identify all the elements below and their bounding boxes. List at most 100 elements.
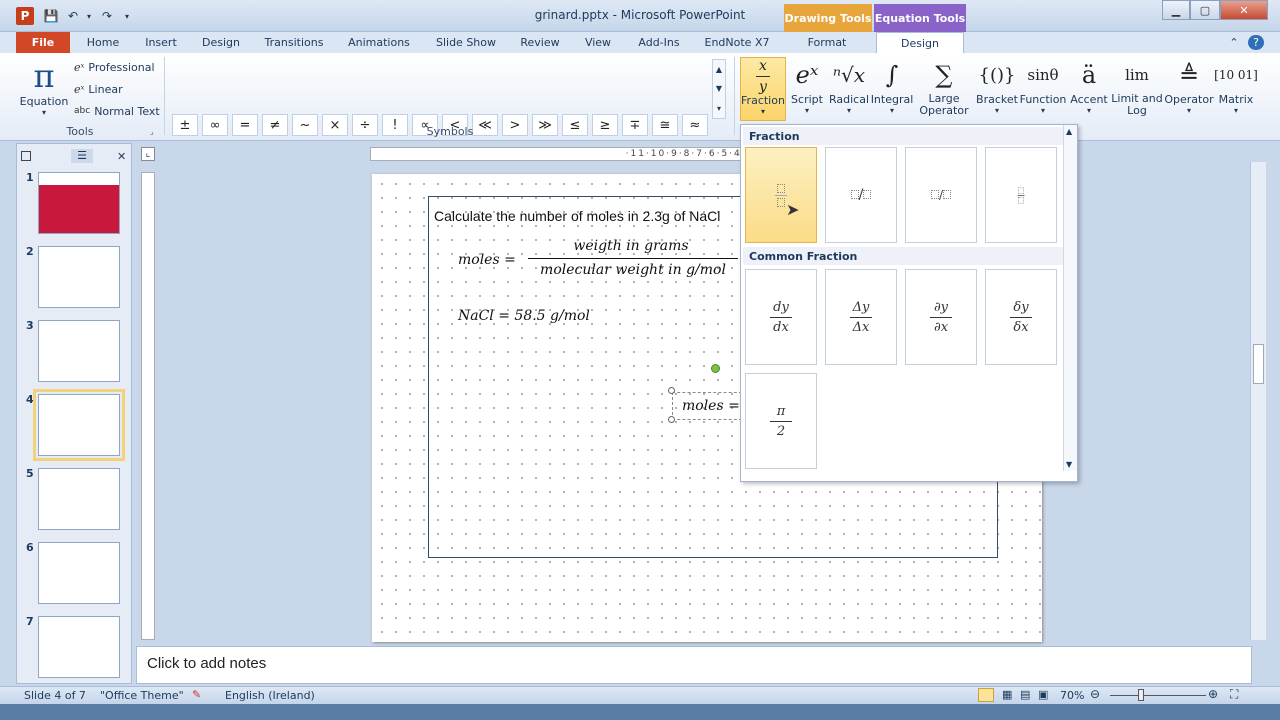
active-equation-text[interactable]: moles = bbox=[682, 398, 740, 414]
slide-body-text[interactable]: Calculate the number of moles in 2.3g of… bbox=[434, 208, 720, 224]
minimize-ribbon-icon[interactable]: ⌃ bbox=[1226, 32, 1242, 53]
tab-transitions[interactable]: Transitions bbox=[258, 32, 330, 53]
expand-gallery-icon[interactable]: ▾ bbox=[717, 104, 721, 113]
tab-animations[interactable]: Animations bbox=[342, 32, 416, 53]
theme-name[interactable]: "Office Theme" bbox=[100, 689, 184, 702]
maximize-button[interactable]: ▢ bbox=[1190, 0, 1220, 20]
scroll-thumb[interactable] bbox=[1253, 344, 1264, 384]
normal-text-button[interactable]: abc Normal Text bbox=[74, 103, 160, 119]
accent-button[interactable]: ä Accent ▾ bbox=[1068, 57, 1110, 121]
common-fraction-option[interactable]: Δy Δx bbox=[825, 269, 897, 365]
matrix-button[interactable]: [10 01] Matrix ▾ bbox=[1214, 57, 1258, 121]
normal-view-icon[interactable] bbox=[978, 688, 994, 702]
slide-thumbnail[interactable] bbox=[38, 172, 120, 234]
zoom-slider-thumb[interactable] bbox=[1138, 689, 1144, 701]
scroll-down-icon[interactable]: ▼ bbox=[716, 84, 722, 93]
slide-number: 5 bbox=[26, 467, 34, 480]
equation-denominator[interactable]: molecular weight in g/mol bbox=[528, 262, 738, 278]
tab-slide-show[interactable]: Slide Show bbox=[428, 32, 504, 53]
large-operator-button[interactable]: ∑ Large Operator bbox=[916, 57, 972, 121]
ribbon-tabs: File Home Insert Design Transitions Anim… bbox=[0, 32, 1280, 53]
tab-file[interactable]: File bbox=[16, 32, 70, 53]
slide-thumbnail[interactable] bbox=[38, 616, 120, 678]
language[interactable]: English (Ireland) bbox=[225, 689, 315, 702]
scroll-up-icon[interactable]: ▲ bbox=[1066, 127, 1072, 136]
zoom-in-icon[interactable]: ⊕ bbox=[1208, 687, 1218, 701]
fit-to-window-icon[interactable]: ⛶ bbox=[1230, 687, 1238, 702]
tools-dialog-launcher-icon[interactable]: ⌟ bbox=[150, 127, 154, 136]
gallery-scrollbar[interactable]: ▲ ▼ bbox=[1063, 125, 1077, 471]
common-fraction-option[interactable]: dy dx bbox=[745, 269, 817, 365]
slide-thumbnail[interactable] bbox=[38, 468, 120, 530]
sum-icon: ∑ bbox=[935, 61, 953, 89]
symbols-scroll[interactable]: ▲ ▼ ▾ bbox=[712, 59, 726, 119]
common-fraction-option[interactable]: π2 bbox=[745, 373, 817, 469]
close-pane-icon[interactable]: ✕ bbox=[117, 150, 126, 163]
tab-endnote[interactable]: EndNote X7 bbox=[698, 32, 776, 53]
vertical-ruler bbox=[141, 172, 155, 640]
slide-thumbnail[interactable] bbox=[38, 246, 120, 308]
professional-button[interactable]: eˣ Professional bbox=[74, 59, 155, 75]
help-icon[interactable]: ? bbox=[1248, 35, 1264, 50]
fraction-gallery: Fraction ➤ / / Common Fraction dy dx Δy Δx ∂… bbox=[740, 124, 1078, 482]
linear-button[interactable]: eˣ Linear bbox=[74, 81, 123, 97]
operator-button[interactable]: ≜ Operator ▾ bbox=[1164, 57, 1214, 121]
fraction-button[interactable]: xy Fraction ▾ bbox=[740, 57, 786, 121]
resize-handle[interactable] bbox=[668, 416, 675, 423]
skewed-fraction-option[interactable]: / bbox=[825, 147, 897, 243]
tab-home[interactable]: Home bbox=[80, 32, 126, 53]
linear-fraction-option[interactable]: / bbox=[905, 147, 977, 243]
spell-check-icon[interactable]: ✎ bbox=[192, 688, 201, 701]
slide-thumbnail[interactable] bbox=[33, 389, 125, 461]
tab-format[interactable]: Format bbox=[792, 32, 862, 53]
close-button[interactable]: ✕ bbox=[1220, 0, 1268, 20]
common-fraction-option[interactable]: ∂y ∂x bbox=[905, 269, 977, 365]
minimize-button[interactable]: ▁ bbox=[1162, 0, 1190, 20]
fraction-denominator: 2 bbox=[776, 423, 786, 439]
matrix-icon: [10 01] bbox=[1214, 68, 1258, 82]
function-button[interactable]: sinθ Function ▾ bbox=[1020, 57, 1067, 121]
reading-view-icon[interactable]: ▤ bbox=[1020, 688, 1030, 701]
tab-review[interactable]: Review bbox=[514, 32, 566, 53]
tab-equation-design[interactable]: Design bbox=[876, 32, 964, 53]
stacked-fraction-option[interactable]: ➤ bbox=[745, 147, 817, 243]
equation-numerator[interactable]: weigth in grams bbox=[528, 238, 734, 254]
slide-thumbnail[interactable] bbox=[38, 542, 120, 604]
tab-design[interactable]: Design bbox=[196, 32, 246, 53]
zoom-level[interactable]: 70% bbox=[1060, 689, 1084, 702]
vertical-scrollbar[interactable] bbox=[1250, 162, 1266, 640]
common-fraction-option[interactable]: δy δx bbox=[985, 269, 1057, 365]
slideshow-view-icon[interactable]: ▣ bbox=[1038, 688, 1048, 701]
small-fraction-option[interactable] bbox=[985, 147, 1057, 243]
limit-and-log-button[interactable]: lim Limit and Log bbox=[1110, 57, 1164, 121]
notes-placeholder[interactable]: Click to add notes bbox=[147, 655, 266, 672]
scroll-down-icon[interactable]: ▼ bbox=[1066, 460, 1072, 469]
rotation-handle[interactable] bbox=[711, 364, 720, 373]
zoom-out-icon[interactable]: ⊖ bbox=[1090, 687, 1100, 701]
outline-tab-icon[interactable]: ☰ bbox=[71, 149, 93, 163]
notes-pane[interactable]: Click to add notes bbox=[136, 646, 1252, 684]
zoom-slider[interactable] bbox=[1110, 695, 1206, 696]
resize-handle[interactable] bbox=[668, 387, 675, 394]
chevron-down-icon: ▾ bbox=[1086, 106, 1091, 115]
nacl-equation[interactable]: NaCl = 58.5 g/mol bbox=[458, 308, 590, 324]
fraction-section-header: Fraction bbox=[743, 127, 1063, 145]
equation-lhs[interactable]: moles = bbox=[458, 252, 516, 268]
equation-button[interactable]: π Equation ▾ bbox=[20, 57, 69, 117]
bracket-button[interactable]: {()} Bracket ▾ bbox=[974, 57, 1020, 121]
chevron-down-icon: ▾ bbox=[1040, 106, 1045, 115]
script-button[interactable]: eˣ Script ▾ bbox=[788, 57, 826, 121]
tab-selector-icon[interactable]: ⌞ bbox=[141, 147, 155, 161]
slide-number: 6 bbox=[26, 541, 34, 554]
tab-insert[interactable]: Insert bbox=[138, 32, 184, 53]
tab-view[interactable]: View bbox=[576, 32, 620, 53]
normal-text-icon: abc bbox=[74, 106, 91, 116]
slide-thumbnail[interactable] bbox=[38, 320, 120, 382]
slides-tab-icon[interactable] bbox=[21, 151, 31, 161]
integral-button[interactable]: ∫ Integral ▾ bbox=[870, 57, 914, 121]
radical-button[interactable]: ⁿ√x Radical ▾ bbox=[828, 57, 870, 121]
slide-sorter-icon[interactable]: ▦ bbox=[1002, 688, 1012, 701]
scroll-up-icon[interactable]: ▲ bbox=[716, 65, 722, 74]
tab-add-ins[interactable]: Add-Ins bbox=[630, 32, 688, 53]
fraction-denominator: ∂x bbox=[933, 319, 949, 335]
